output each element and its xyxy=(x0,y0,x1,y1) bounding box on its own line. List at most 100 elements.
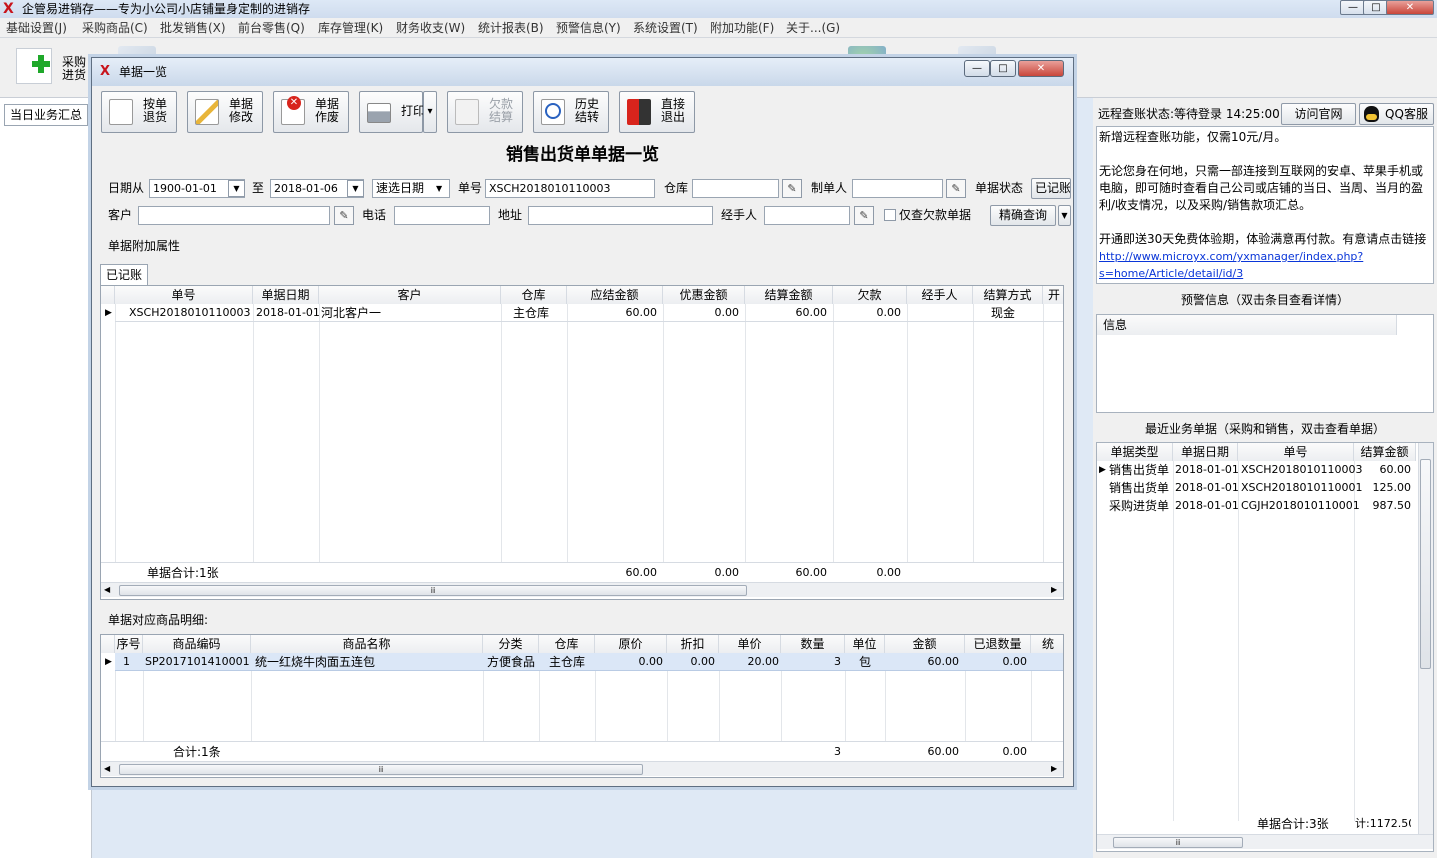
cell-item-discount[interactable]: 0.00 xyxy=(667,653,716,671)
cell-qty[interactable]: 3 xyxy=(781,653,841,671)
menu-about[interactable]: 关于...(G) xyxy=(786,21,840,35)
recent-row-no[interactable]: XSCH2018010110001 xyxy=(1241,479,1362,497)
scroll-thumb[interactable]: ⅲ xyxy=(119,764,643,775)
handler-input[interactable] xyxy=(764,206,850,225)
cell-unit[interactable]: 包 xyxy=(859,653,871,671)
cell-doc-date[interactable]: 2018-01-01 xyxy=(256,304,320,322)
grid-line xyxy=(663,304,664,562)
recent-row-type[interactable]: 采购进货单 xyxy=(1109,497,1169,515)
scroll-right-icon[interactable]: ▶ xyxy=(1051,764,1057,773)
cell-orig-price[interactable]: 0.00 xyxy=(595,653,664,671)
scroll-left-icon[interactable]: ◀ xyxy=(104,585,110,594)
recent-row-amount[interactable]: 987.50 xyxy=(1355,497,1412,515)
item-grid[interactable]: 序号 商品编码 商品名称 分类 仓库 原价 折扣 单价 数量 单位 金额 已退数… xyxy=(100,634,1064,778)
date-to-dropdown-icon[interactable]: ▼ xyxy=(347,180,364,197)
cell-doc-no[interactable]: XSCH2018010110003 xyxy=(129,304,250,322)
horizontal-scrollbar[interactable]: ⅲ xyxy=(1097,834,1433,849)
recent-docs-grid[interactable]: 单据类型 单据日期 单号 结算金额 ▶ 销售出货单 2018-01-01 XSC… xyxy=(1096,442,1434,852)
cell-returned[interactable]: 0.00 xyxy=(965,653,1028,671)
void-doc-button[interactable]: ✕ 单据 作废 xyxy=(273,91,349,133)
recent-row-no[interactable]: XSCH2018010110003 xyxy=(1241,461,1362,479)
date-from-dropdown-icon[interactable]: ▼ xyxy=(228,180,245,197)
menu-warnings[interactable]: 预警信息(Y) xyxy=(556,21,621,35)
doc-no-input[interactable]: XSCH2018010110003 xyxy=(485,179,655,198)
cell-settled[interactable]: 60.00 xyxy=(745,304,828,322)
recent-row-type[interactable]: 销售出货单 xyxy=(1109,461,1169,479)
qq-service-button[interactable]: QQ客服 xyxy=(1359,103,1434,125)
scroll-thumb[interactable]: ⅲ xyxy=(1113,837,1243,848)
customer-input[interactable] xyxy=(138,206,330,225)
cell-amount[interactable]: 60.00 xyxy=(885,653,960,671)
menu-reports[interactable]: 统计报表(B) xyxy=(478,21,544,35)
phone-input[interactable] xyxy=(394,206,490,225)
cell-warehouse[interactable]: 主仓库 xyxy=(513,304,549,322)
scroll-right-icon[interactable]: ▶ xyxy=(1051,585,1057,594)
exact-search-button[interactable]: 精确查询 xyxy=(990,205,1056,226)
daily-summary-tab[interactable]: 当日业务汇总 xyxy=(4,104,88,126)
dialog-maximize-button[interactable]: □ xyxy=(990,60,1016,77)
doc-summary-due: 60.00 xyxy=(625,566,658,579)
cell-item-warehouse[interactable]: 主仓库 xyxy=(549,653,585,671)
cell-debt[interactable]: 0.00 xyxy=(833,304,902,322)
cell-method[interactable]: 现金 xyxy=(991,304,1015,322)
history-carryover-label: 历史 结转 xyxy=(574,97,599,124)
notice-link[interactable]: http://www.microyx.com/yxmanager/index.p… xyxy=(1099,248,1363,265)
recent-row-date[interactable]: 2018-01-01 xyxy=(1175,461,1239,479)
exact-search-dropdown-icon[interactable]: ▼ xyxy=(1058,205,1071,226)
recent-row-amount[interactable]: 125.00 xyxy=(1355,479,1412,497)
menu-addons[interactable]: 附加功能(F) xyxy=(710,21,774,35)
horizontal-scrollbar[interactable]: ◀ ⅲ ▶ xyxy=(101,582,1063,597)
creator-input[interactable] xyxy=(852,179,943,198)
close-button[interactable]: ✕ xyxy=(1386,0,1434,15)
recent-row-no[interactable]: CGJH2018010110001 xyxy=(1241,497,1360,515)
history-carryover-button[interactable]: 历史 结转 xyxy=(533,91,609,133)
cell-discount[interactable]: 0.00 xyxy=(663,304,740,322)
menu-wholesale[interactable]: 批发销售(X) xyxy=(160,21,226,35)
visit-website-button[interactable]: 访问官网 xyxy=(1281,103,1356,125)
cell-seq[interactable]: 1 xyxy=(123,653,130,671)
dialog-minimize-button[interactable]: — xyxy=(964,60,990,77)
doc-summary-settled: 60.00 xyxy=(795,566,828,579)
cell-due[interactable]: 60.00 xyxy=(567,304,658,322)
document-grid[interactable]: 单号 单据日期 客户 仓库 应结金额 优惠金额 结算金额 欠款 经手人 结算方式… xyxy=(100,285,1064,600)
cell-item-name[interactable]: 统一红烧牛肉面五连包 xyxy=(255,653,375,671)
settle-debt-button[interactable]: 欠款 结算 xyxy=(447,91,523,133)
scroll-left-icon[interactable]: ◀ xyxy=(104,764,110,773)
warehouse-pick-icon[interactable]: ✎ xyxy=(782,179,802,198)
debt-only-checkbox[interactable] xyxy=(884,209,896,221)
purchase-toolbar-button[interactable]: 采购 进货 xyxy=(10,44,90,92)
warehouse-input[interactable] xyxy=(692,179,779,198)
address-input[interactable] xyxy=(528,206,713,225)
edit-doc-button[interactable]: 单据 修改 xyxy=(187,91,263,133)
dialog-close-button[interactable]: ✕ xyxy=(1018,60,1064,77)
cell-unit-price[interactable]: 20.00 xyxy=(719,653,780,671)
recent-row-amount[interactable]: 60.00 xyxy=(1355,461,1412,479)
cell-category[interactable]: 方便食品 xyxy=(487,653,535,671)
tab-posted[interactable]: 已记账 xyxy=(100,264,148,285)
exit-button[interactable]: 直接 退出 xyxy=(619,91,695,133)
handler-pick-icon[interactable]: ✎ xyxy=(854,206,874,225)
print-button[interactable]: 打印 xyxy=(359,91,425,133)
status-select[interactable]: 已记账 xyxy=(1031,178,1071,199)
customer-pick-icon[interactable]: ✎ xyxy=(334,206,354,225)
menu-basic-settings[interactable]: 基础设置(J) xyxy=(6,21,67,35)
scroll-thumb[interactable]: ⅲ xyxy=(119,585,747,596)
menu-purchase[interactable]: 采购商品(C) xyxy=(82,21,148,35)
warning-list[interactable]: 信息 xyxy=(1096,314,1434,413)
creator-pick-icon[interactable]: ✎ xyxy=(946,179,966,198)
menu-system-settings[interactable]: 系统设置(T) xyxy=(633,21,698,35)
menu-finance[interactable]: 财务收支(W) xyxy=(396,21,465,35)
recent-row-date[interactable]: 2018-01-01 xyxy=(1175,497,1239,515)
print-dropdown-button[interactable]: ▾ xyxy=(423,91,437,133)
notice-link-cont[interactable]: s=home/Article/detail/id/3 xyxy=(1099,265,1243,282)
horizontal-scrollbar[interactable]: ◀ ⅲ ▶ xyxy=(101,761,1063,776)
recent-row-date[interactable]: 2018-01-01 xyxy=(1175,479,1239,497)
scroll-thumb[interactable] xyxy=(1420,459,1431,669)
menu-retail[interactable]: 前台零售(Q) xyxy=(238,21,305,35)
cell-customer[interactable]: 河北客户一 xyxy=(321,304,381,322)
menu-inventory[interactable]: 库存管理(K) xyxy=(318,21,383,35)
cell-item-code[interactable]: SP2017101410001 xyxy=(145,653,250,671)
recent-row-type[interactable]: 销售出货单 xyxy=(1109,479,1169,497)
return-by-doc-button[interactable]: 按单 退货 xyxy=(101,91,177,133)
vertical-scrollbar[interactable] xyxy=(1418,443,1433,836)
